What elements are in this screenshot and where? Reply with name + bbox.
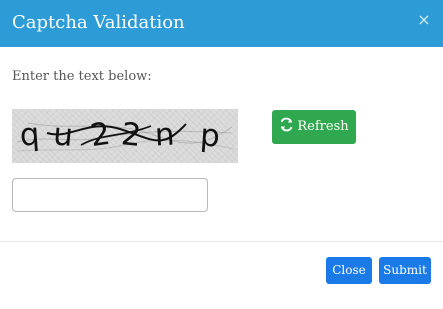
submit-button[interactable]: Submit bbox=[379, 257, 431, 284]
captcha-image: q u 2 2 n p bbox=[12, 109, 238, 163]
captcha-input[interactable] bbox=[12, 178, 208, 212]
modal-body: Enter the text below: q u 2 2 n p Refres… bbox=[0, 47, 443, 241]
modal-title: Captcha Validation bbox=[12, 12, 185, 33]
captcha-modal: Captcha Validation × Enter the text belo… bbox=[0, 0, 443, 309]
close-button[interactable]: Close bbox=[326, 257, 372, 284]
modal-header: Captcha Validation × bbox=[0, 0, 443, 47]
captcha-char: q bbox=[18, 116, 40, 153]
close-icon[interactable]: × bbox=[417, 12, 431, 28]
captcha-char: 2 bbox=[88, 116, 113, 154]
refresh-button[interactable]: Refresh bbox=[272, 110, 356, 144]
captcha-instruction: Enter the text below: bbox=[12, 69, 152, 84]
captcha-char: p bbox=[199, 117, 221, 154]
refresh-label: Refresh bbox=[297, 119, 349, 134]
refresh-icon bbox=[281, 117, 293, 132]
modal-footer: Close Submit bbox=[0, 242, 443, 309]
captcha-distorted-text: q u 2 2 n p bbox=[16, 116, 235, 155]
